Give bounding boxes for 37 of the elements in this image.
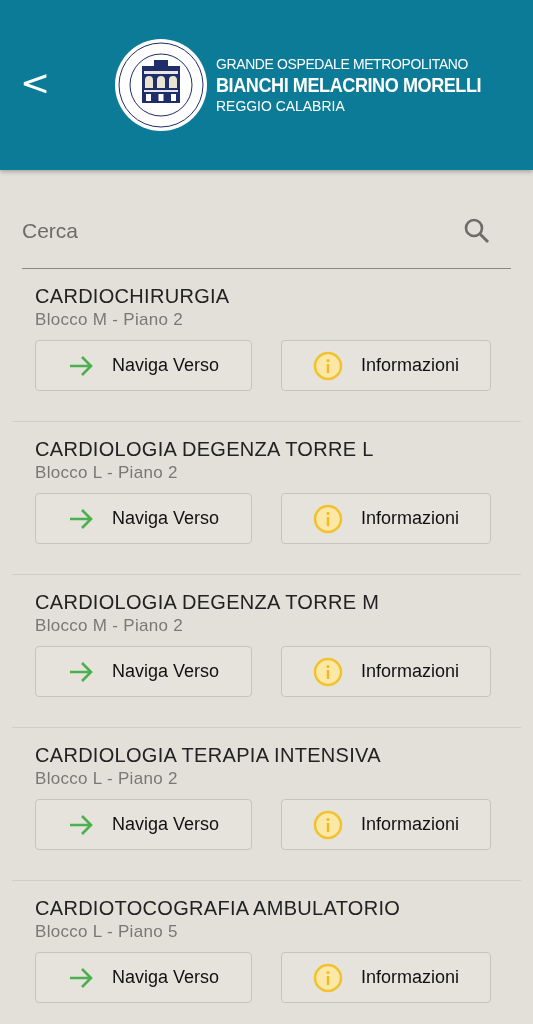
- info-button[interactable]: Informazioni: [281, 646, 491, 697]
- info-icon: [312, 503, 343, 534]
- navigate-button[interactable]: Naviga Verso: [35, 646, 252, 697]
- info-icon: [312, 656, 343, 687]
- navigate-button[interactable]: Naviga Verso: [35, 799, 252, 850]
- navigate-button[interactable]: Naviga Verso: [35, 493, 252, 544]
- department-name: CARDIOLOGIA DEGENZA TORRE M: [35, 591, 381, 614]
- info-button[interactable]: Informazioni: [281, 340, 491, 391]
- hospital-subtitle: GRANDE OSPEDALE METROPOLITANO: [216, 55, 470, 73]
- department-name: CARDIOCHIRURGIA: [35, 285, 231, 308]
- search-field[interactable]: Cerca: [22, 219, 322, 243]
- info-icon: [312, 962, 343, 993]
- navigate-button[interactable]: Naviga Verso: [35, 952, 252, 1003]
- department-name: CARDIOLOGIA TERAPIA INTENSIVA: [35, 744, 382, 767]
- info-button[interactable]: Informazioni: [281, 952, 491, 1003]
- arrow-icon: [67, 354, 94, 377]
- department-name: CARDIOLOGIA DEGENZA TORRE L: [35, 438, 375, 461]
- info-icon: [312, 809, 343, 840]
- arrow-icon: [67, 813, 94, 836]
- hospital-title: BIANCHI MELACRINO MORELLI: [216, 73, 482, 97]
- info-icon: [312, 350, 343, 381]
- department-location: Blocco M - Piano 2: [35, 616, 185, 636]
- search-icon[interactable]: [463, 217, 491, 245]
- back-button[interactable]: <: [20, 61, 50, 109]
- info-button[interactable]: Informazioni: [281, 493, 491, 544]
- department-location: Blocco L - Piano 2: [35, 769, 179, 789]
- department-name: CARDIOTOCOGRAFIA AMBULATORIO: [35, 897, 402, 920]
- arrow-icon: [67, 660, 94, 683]
- logo-icon: [114, 38, 208, 132]
- arrow-icon: [67, 966, 94, 989]
- department-location: Blocco M - Piano 2: [35, 310, 185, 330]
- info-button[interactable]: Informazioni: [281, 799, 491, 850]
- hospital-city: REGGIO CALABRIA: [216, 97, 346, 115]
- arrow-icon: [67, 507, 94, 530]
- navigate-button[interactable]: Naviga Verso: [35, 340, 252, 391]
- department-location: Blocco L - Piano 5: [35, 922, 179, 942]
- department-location: Blocco L - Piano 2: [35, 463, 179, 483]
